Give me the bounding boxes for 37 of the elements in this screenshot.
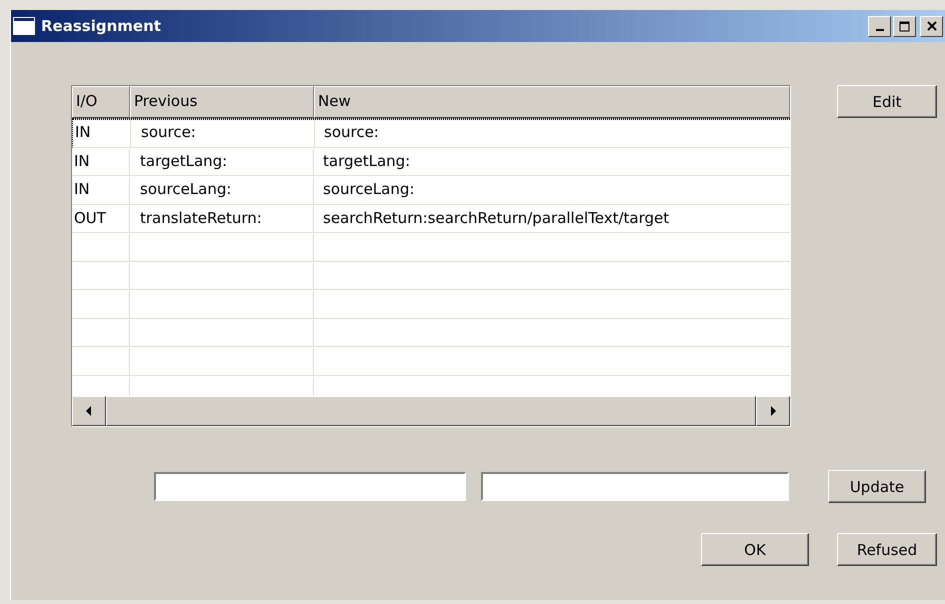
table-row[interactable]: OUT translateReturn: searchReturn:searchReturn/parallelText/target bbox=[72, 204, 790, 233]
input-field[interactable] bbox=[154, 472, 466, 501]
table-cell: IN bbox=[72, 177, 130, 204]
table-cell-text: sourceLang: bbox=[322, 179, 416, 200]
close-icon bbox=[926, 21, 936, 31]
update-button[interactable]: Update bbox=[828, 470, 926, 503]
window-title: Reassignment bbox=[41, 17, 162, 35]
table-cell: sourceLang: bbox=[130, 177, 314, 204]
column-header[interactable]: Previous bbox=[130, 86, 314, 118]
left-arrow-icon bbox=[86, 406, 92, 416]
maximize-button[interactable] bbox=[893, 16, 916, 36]
table-row[interactable]: IN sourceLang: sourceLang: bbox=[72, 176, 790, 204]
table-cell-text: searchReturn:searchReturn/parallelText/target bbox=[322, 208, 670, 228]
column-header[interactable]: I/O bbox=[72, 86, 130, 118]
table-cell: IN bbox=[72, 148, 130, 175]
edit-button[interactable]: Edit bbox=[837, 85, 937, 118]
table-cell: OUT bbox=[72, 206, 130, 232]
table-cell: targetLang: bbox=[130, 148, 314, 175]
table-cell: translateReturn: bbox=[130, 206, 314, 232]
ok-button[interactable]: OK bbox=[701, 533, 809, 566]
table-cell-text: targetLang: bbox=[322, 150, 412, 172]
maximize-icon bbox=[898, 20, 910, 32]
input-field[interactable] bbox=[481, 472, 789, 501]
scroll-right-button[interactable] bbox=[756, 396, 790, 426]
right-arrow-icon bbox=[770, 406, 776, 416]
table-row[interactable]: IN targetLang: targetLang: bbox=[72, 148, 790, 176]
minimize-icon bbox=[876, 29, 884, 31]
table-cell-text: source: bbox=[323, 122, 380, 143]
table-row[interactable]: IN source: source: bbox=[72, 119, 790, 148]
table-cell: IN bbox=[73, 120, 131, 146]
table-cell: source: bbox=[131, 120, 315, 146]
window-icon bbox=[13, 17, 35, 35]
minimize-button[interactable] bbox=[868, 16, 891, 36]
refused-button[interactable]: Refused bbox=[837, 533, 937, 566]
close-button[interactable] bbox=[920, 16, 943, 36]
scroll-left-button[interactable] bbox=[72, 396, 106, 426]
column-header[interactable]: New bbox=[314, 86, 790, 118]
